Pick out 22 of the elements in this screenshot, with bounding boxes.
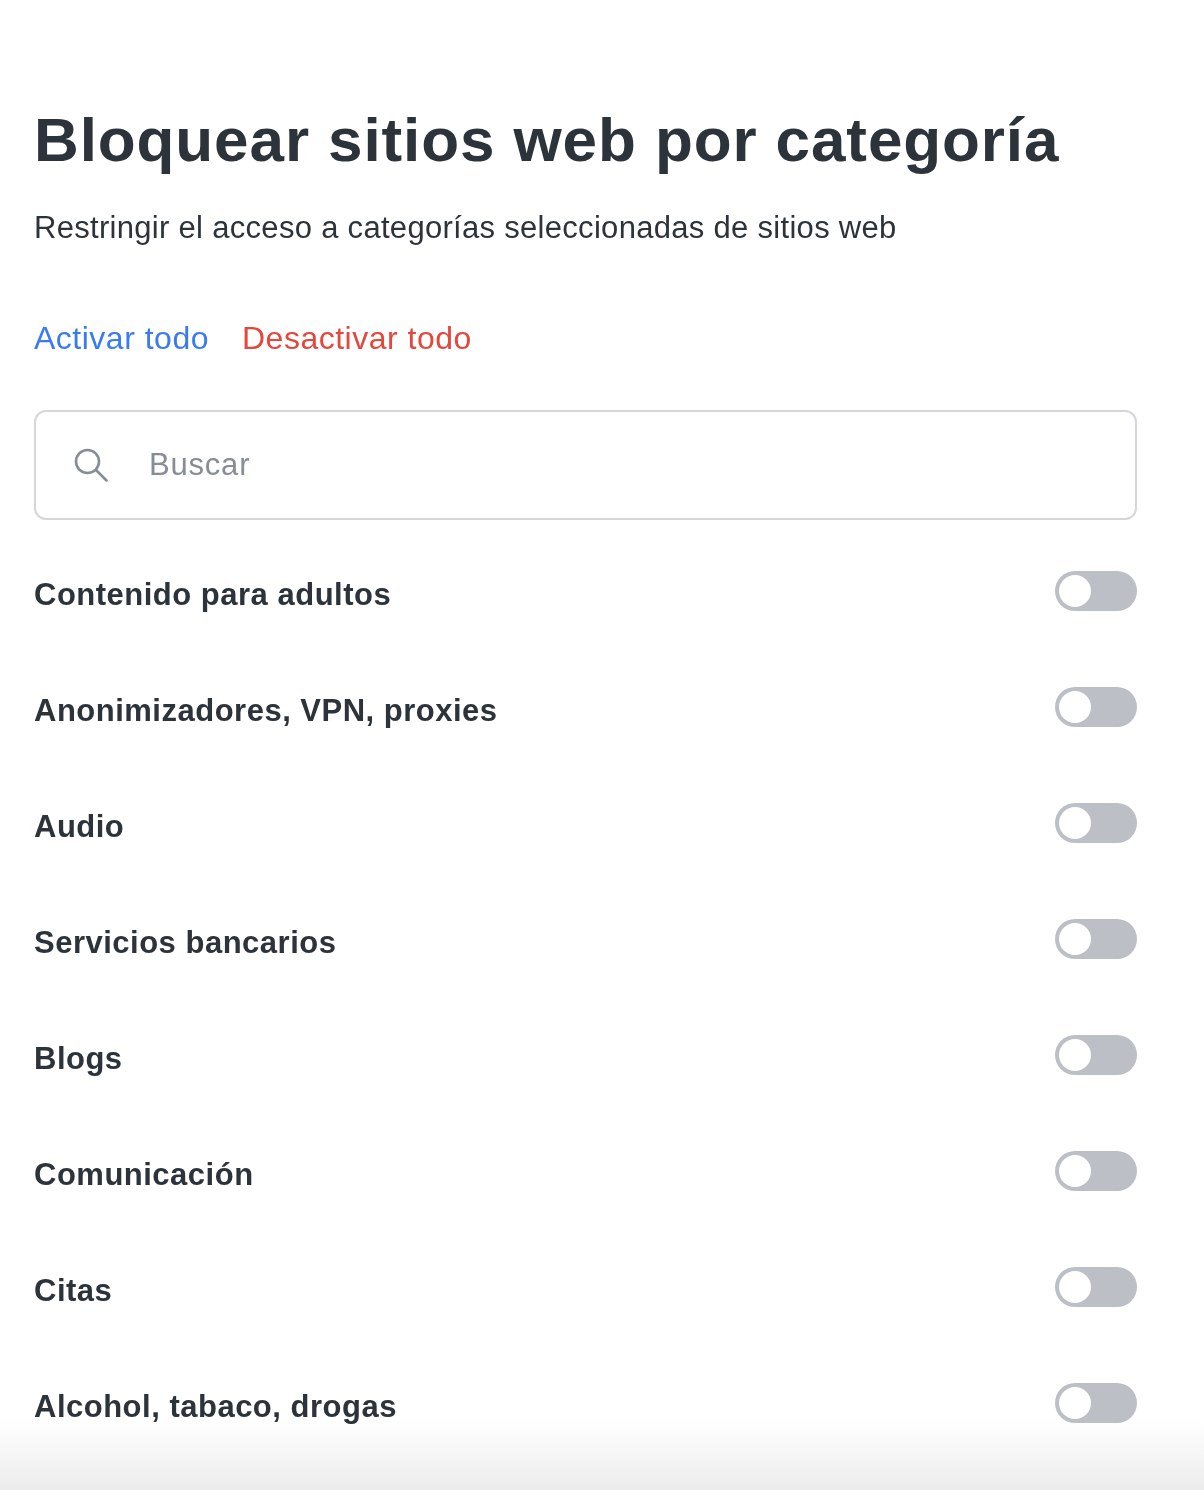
toggle-switch[interactable] — [1055, 919, 1137, 959]
category-label: Blogs — [34, 1040, 123, 1077]
toggle-switch[interactable] — [1055, 1267, 1137, 1307]
search-field[interactable]: Buscar — [34, 410, 1137, 520]
category-label: Anonimizadores, VPN, proxies — [34, 692, 498, 729]
category-label: Audio — [34, 808, 125, 845]
page-subtitle: Restringir el acceso a categorías seleccionadas de sitios web — [34, 210, 897, 246]
enable-all-link[interactable]: Activar todo — [34, 319, 209, 357]
toggle-switch[interactable] — [1055, 687, 1137, 727]
search-icon — [74, 448, 108, 482]
category-label: Citas — [34, 1272, 113, 1309]
category-label: Contenido para adultos — [34, 576, 392, 613]
toggle-switch[interactable] — [1055, 571, 1137, 611]
toggle-switch[interactable] — [1055, 1151, 1137, 1191]
toggle-switch[interactable] — [1055, 1383, 1137, 1423]
page-title: Bloquear sitios web por categoría — [34, 104, 1060, 176]
category-label: Alcohol, tabaco, drogas — [34, 1388, 397, 1425]
toggle-switch[interactable] — [1055, 1035, 1137, 1075]
disable-all-link[interactable]: Desactivar todo — [241, 319, 472, 357]
category-label: Comunicación — [34, 1156, 254, 1193]
toggle-switch[interactable] — [1055, 803, 1137, 843]
category-label: Servicios bancarios — [34, 924, 337, 961]
